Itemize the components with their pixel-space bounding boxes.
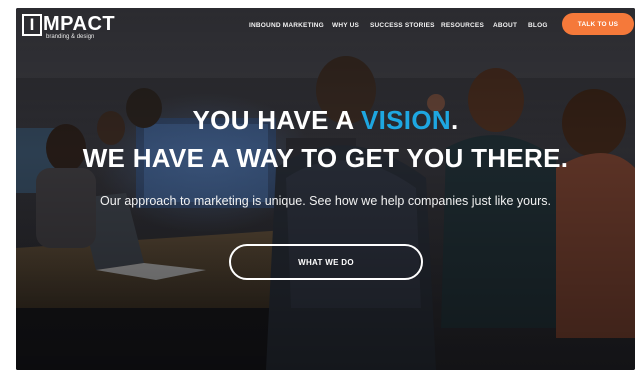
hero-headline-line2: WE HAVE A WAY TO GET YOU THERE. [82,143,569,173]
dark-overlay [16,8,635,370]
hero-subtitle: Our approach to marketing is unique. See… [100,194,551,208]
main-navigation: INBOUND MARKETING WHY US SUCCESS STORIES… [16,22,635,34]
nav-resources[interactable]: RESOURCES [441,22,484,29]
talk-to-us-button[interactable]: TALK TO US [562,13,634,35]
hero-section: I MPACT branding & design INBOUND MARKET… [16,8,635,370]
logo-tagline: branding & design [46,34,95,40]
hero-headline-line1: YOU HAVE A VISION. [16,105,635,135]
nav-success-stories[interactable]: SUCCESS STORIES [370,22,435,29]
nav-inbound-marketing[interactable]: INBOUND MARKETING [249,22,324,29]
headline-prefix: YOU HAVE A [192,105,361,135]
nav-about[interactable]: ABOUT [493,22,517,29]
nav-blog[interactable]: BLOG [528,22,548,29]
nav-why-us[interactable]: WHY US [332,22,359,29]
headline-highlight: VISION [361,105,451,135]
headline-period: . [450,105,459,135]
what-we-do-button[interactable]: WHAT WE DO [229,244,423,280]
